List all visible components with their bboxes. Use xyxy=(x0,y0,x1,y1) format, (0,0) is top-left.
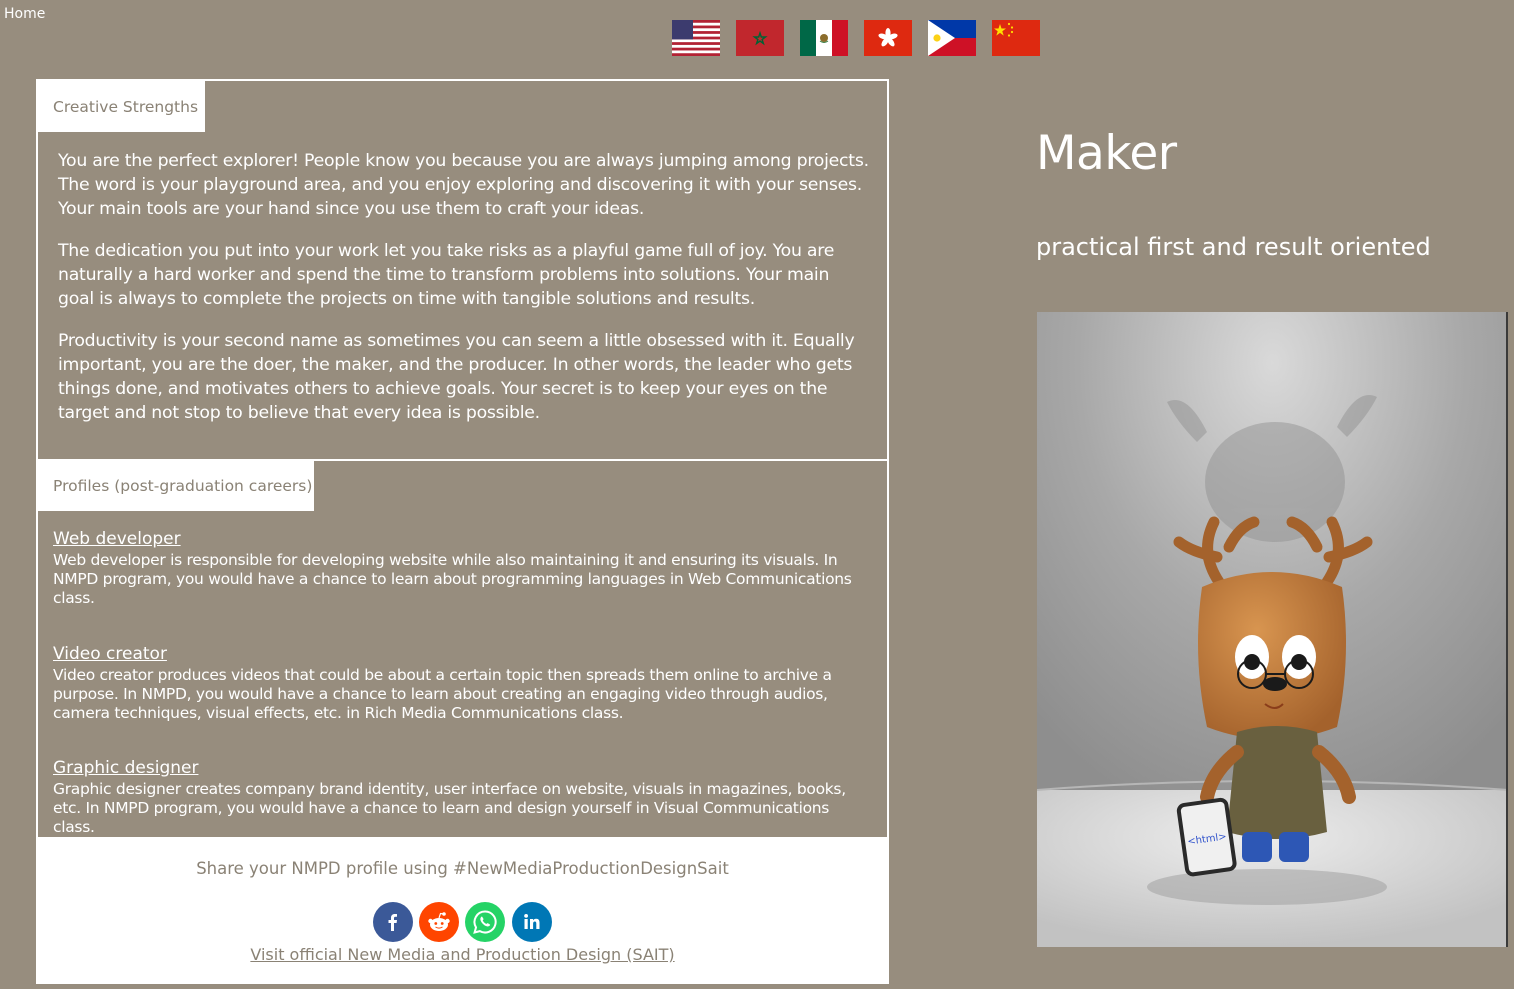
strengths-text: You are the perfect explorer! People kno… xyxy=(58,149,870,443)
china-flag-icon[interactable] xyxy=(992,20,1040,56)
profile-link-web-developer[interactable]: Web developer xyxy=(53,528,865,550)
profile-description: Video creator produces videos that could… xyxy=(53,666,832,722)
strengths-paragraph: You are the perfect explorer! People kno… xyxy=(58,151,869,219)
home-link[interactable]: Home xyxy=(4,6,45,22)
profile-description: Web developer is responsible for develop… xyxy=(53,551,852,607)
strengths-paragraph: Productivity is your second name as some… xyxy=(58,331,855,423)
strengths-paragraph: The dedication you put into your work le… xyxy=(58,241,835,309)
profile-item: Web developer Web developer is responsib… xyxy=(53,528,865,608)
mexico-flag-icon[interactable] xyxy=(800,20,848,56)
hong-kong-flag-icon[interactable] xyxy=(864,20,912,56)
reddit-share-icon[interactable] xyxy=(419,902,459,942)
profile-link-video-creator[interactable]: Video creator xyxy=(53,643,865,665)
share-section: Share your NMPD profile using #NewMediaP… xyxy=(38,837,887,982)
philippines-flag-icon[interactable] xyxy=(928,20,976,56)
profile-description: Graphic designer creates company brand i… xyxy=(53,780,846,836)
facebook-share-icon[interactable] xyxy=(373,902,413,942)
profile-type-subtitle: practical first and result oriented xyxy=(1036,233,1431,261)
share-text: Share your NMPD profile using #NewMediaP… xyxy=(196,859,729,878)
morocco-flag-icon[interactable] xyxy=(736,20,784,56)
tab-profiles[interactable]: Profiles (post-graduation careers) xyxy=(38,461,314,511)
tab-creative-strengths[interactable]: Creative Strengths xyxy=(38,81,205,132)
profile-item: Graphic designer Graphic designer create… xyxy=(53,757,865,837)
whatsapp-share-icon[interactable] xyxy=(465,902,505,942)
visit-official-site-link[interactable]: Visit official New Media and Production … xyxy=(38,945,887,964)
linkedin-share-icon[interactable] xyxy=(512,902,552,942)
profile-link-graphic-designer[interactable]: Graphic designer xyxy=(53,757,865,779)
usa-flag-icon[interactable] xyxy=(672,20,720,56)
profile-type-title: Maker xyxy=(1036,126,1177,181)
maker-mascot-image: <html> xyxy=(1037,312,1508,947)
content-panel: Creative Strengths You are the perfect e… xyxy=(36,79,889,984)
profile-item: Video creator Video creator produces vid… xyxy=(53,643,865,723)
